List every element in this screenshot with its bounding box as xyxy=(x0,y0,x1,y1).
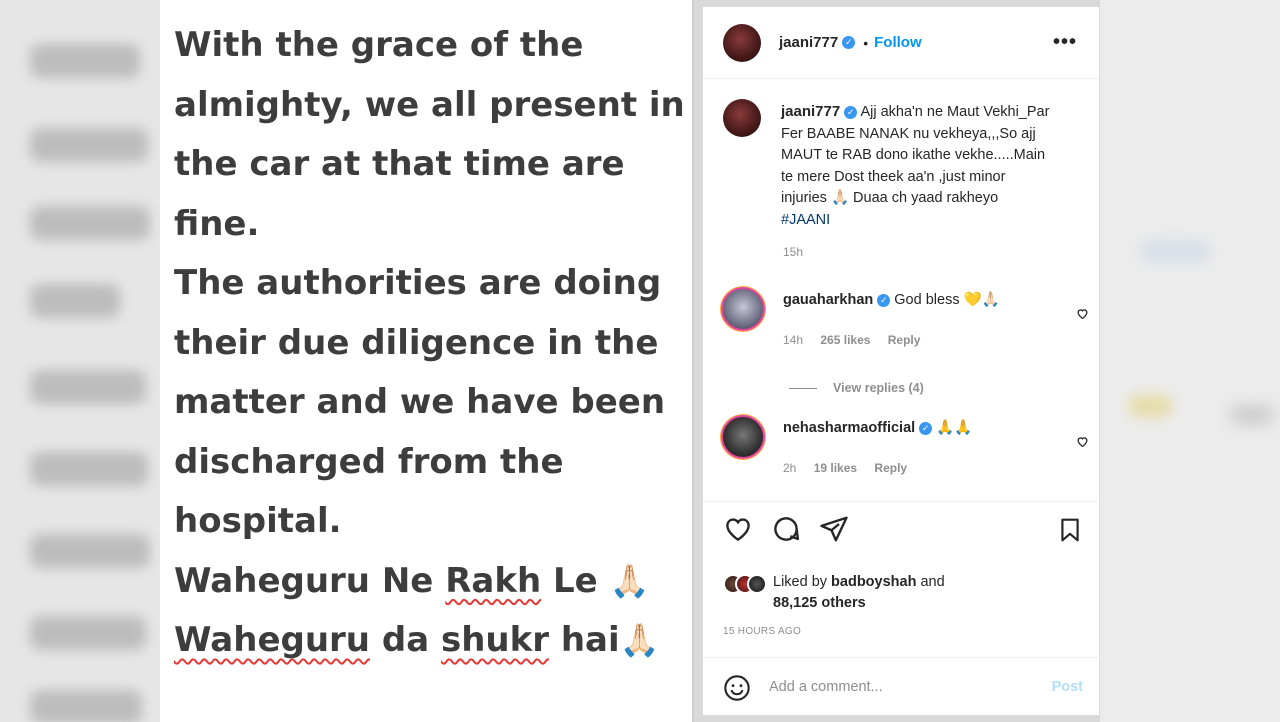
post-actions: Liked by badboyshah and 88,125 others 15… xyxy=(703,501,1101,671)
comment-time: 2h xyxy=(783,461,797,475)
post-image-text: With the grace of the almighty, we all p… xyxy=(160,0,694,722)
misspelled-word: Waheguru xyxy=(174,620,371,660)
comment-bubble-icon[interactable] xyxy=(771,514,801,544)
post-image-line: matter and we have been xyxy=(174,382,666,422)
view-replies-label: View replies (4) xyxy=(833,381,924,395)
post-image-line: almighty, we all present in xyxy=(174,84,685,125)
line-part: Waheguru Ne xyxy=(174,560,446,601)
post-timestamp: 15 HOURS AGO xyxy=(723,626,802,637)
post-header: jaani777 ✓ • Follow ••• xyxy=(703,7,1099,79)
likes-count[interactable]: 88,125 others xyxy=(773,595,866,611)
blurred-background-right xyxy=(1100,0,1280,722)
caption-text: jaani777 ✓ Ajj akha'n ne Maut Vekhi_Par F… xyxy=(781,101,1051,231)
comment-line: nehasharmaofficial ✓ 🙏🙏 xyxy=(783,419,972,436)
author-username[interactable]: jaani777 xyxy=(779,34,838,51)
comment-like-heart-icon[interactable] xyxy=(1075,435,1089,449)
separator-dot: • xyxy=(863,34,869,51)
misspelled-word: Rakh xyxy=(445,560,542,601)
commenter-username[interactable]: nehasharmaofficial xyxy=(783,420,915,436)
action-icons xyxy=(723,514,849,544)
comment-text: God bless 💛🙏🏻 xyxy=(894,292,1000,308)
liker-avatar xyxy=(747,574,767,594)
line-part: da xyxy=(370,620,441,660)
emoji-smiley-icon[interactable] xyxy=(723,674,750,701)
comment-meta: 2h 19 likes Reply xyxy=(783,461,921,475)
liker-username[interactable]: badboyshah xyxy=(831,574,916,590)
view-replies-button[interactable]: View replies (4) xyxy=(789,381,924,395)
likes-text: Liked by badboyshah and 88,125 others xyxy=(773,572,945,614)
post-image-line: the car at that time are xyxy=(174,144,625,184)
liker-avatars xyxy=(723,572,767,614)
line-part: Le xyxy=(541,560,610,601)
verified-badge-icon: ✓ xyxy=(919,421,933,435)
commenter-username[interactable]: gauaharkhan xyxy=(783,292,873,308)
comment-text: 🙏🙏 xyxy=(936,420,973,436)
instagram-post-panel: jaani777 ✓ • Follow ••• jaani777 ✓ Ajj ak… xyxy=(702,6,1101,716)
comment-time: 14h xyxy=(783,333,804,347)
verified-badge-icon: ✓ xyxy=(877,293,891,307)
verified-badge-icon: ✓ xyxy=(844,105,858,119)
comment-line: gauaharkhan ✓ God bless 💛🙏🏻 xyxy=(783,291,1000,308)
hashtag-link[interactable]: #JAANI xyxy=(781,212,830,228)
post-image-line: fine. xyxy=(174,203,260,244)
commenter-avatar[interactable] xyxy=(721,287,765,331)
like-heart-icon[interactable] xyxy=(723,514,753,544)
caption-avatar[interactable] xyxy=(723,99,761,137)
line-part: hai xyxy=(549,620,620,660)
blurred-background-left xyxy=(0,0,160,722)
comment-like-heart-icon[interactable] xyxy=(1075,307,1089,321)
pray-emoji: 🙏🏻 xyxy=(609,561,650,600)
add-comment-bar: Post xyxy=(703,657,1101,715)
post-image-line: With the grace of the xyxy=(174,25,584,65)
comment-likes[interactable]: 265 likes xyxy=(820,333,870,347)
post-image-line: Waheguru Ne Rakh Le 🙏🏻 xyxy=(174,552,692,612)
comment-meta: 14h 265 likes Reply xyxy=(783,333,934,347)
verified-badge-icon: ✓ xyxy=(842,36,856,49)
post-image-line: The authorities are doing xyxy=(174,263,662,303)
comment-likes[interactable]: 19 likes xyxy=(814,461,857,475)
commenter-avatar[interactable] xyxy=(721,415,765,459)
post-image-line: Waheguru da shukr hai🙏🏻 xyxy=(174,611,692,671)
more-options-icon[interactable]: ••• xyxy=(1053,31,1077,54)
caption-username[interactable]: jaani777 xyxy=(781,103,840,120)
post-comment-button[interactable]: Post xyxy=(1052,679,1083,695)
pray-emoji: 🙏🏻 xyxy=(619,621,660,659)
caption-timestamp: 15h xyxy=(783,245,804,259)
misspelled-word: shukr xyxy=(440,620,550,660)
likes-prefix: Liked by xyxy=(773,574,832,590)
reply-button[interactable]: Reply xyxy=(888,333,921,347)
likes-summary: Liked by badboyshah and 88,125 others xyxy=(723,572,945,614)
post-image-line: hospital. xyxy=(174,501,342,541)
save-bookmark-icon[interactable] xyxy=(1057,516,1083,544)
reply-button[interactable]: Reply xyxy=(874,461,907,475)
share-paper-plane-icon[interactable] xyxy=(819,514,849,544)
post-image-line: their due diligence in the xyxy=(174,322,659,363)
replies-divider xyxy=(789,388,817,390)
author-avatar[interactable] xyxy=(723,23,761,62)
comment-input[interactable] xyxy=(769,678,1052,695)
post-image-line: discharged from the xyxy=(174,441,564,482)
follow-button[interactable]: Follow xyxy=(874,34,922,51)
likes-middle: and xyxy=(916,574,945,590)
